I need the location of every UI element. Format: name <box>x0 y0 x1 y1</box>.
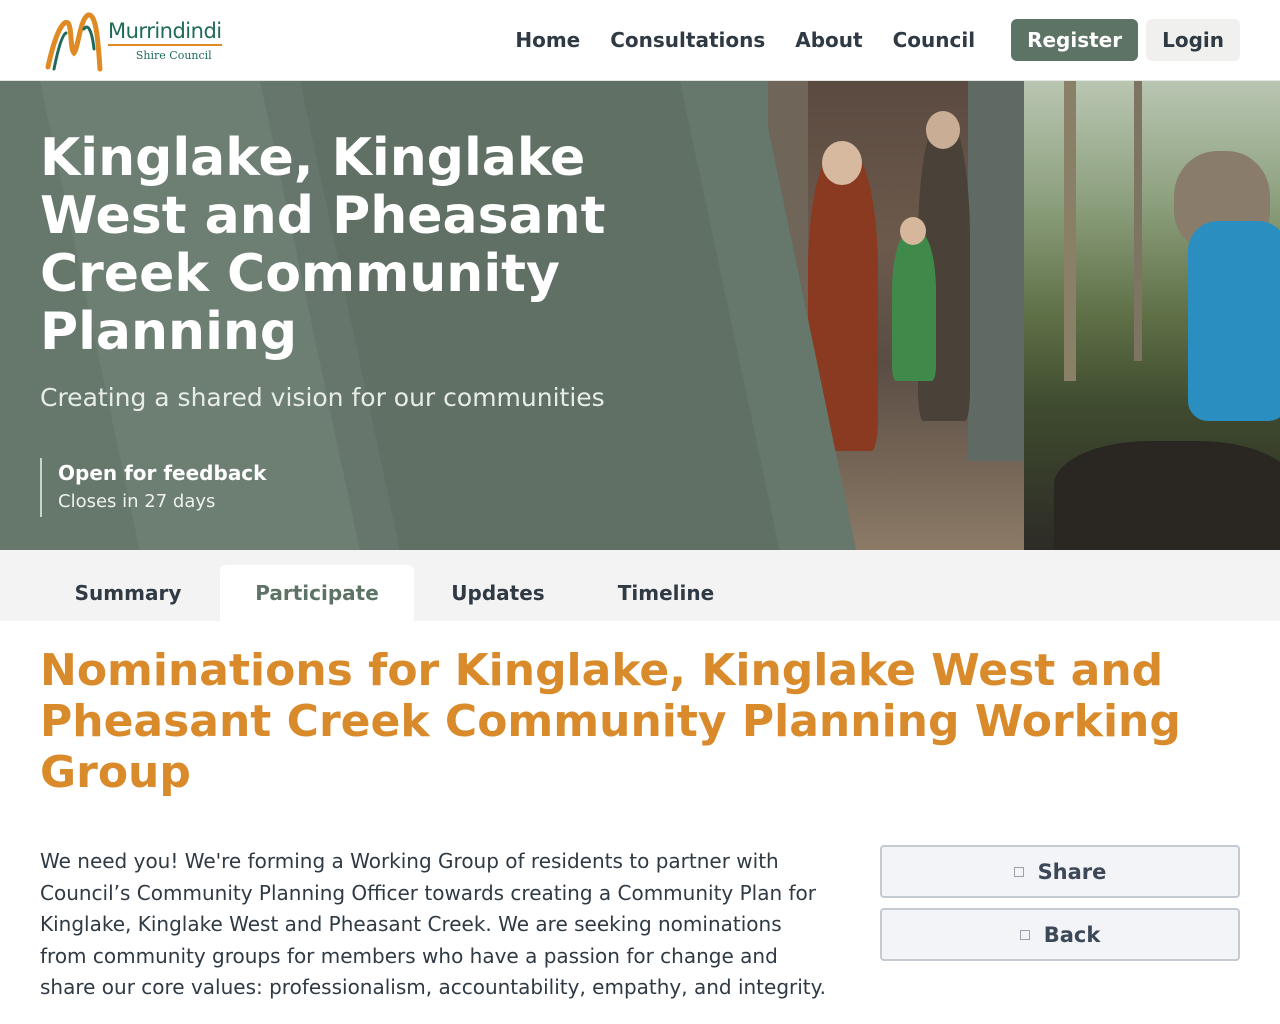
hero-image <box>768 81 1280 550</box>
share-label: Share <box>1037 859 1107 884</box>
nav-about[interactable]: About <box>795 28 862 52</box>
page-title: Kinglake, Kinglake West and Pheasant Cre… <box>40 128 606 362</box>
logo-subtitle: Shire Council <box>135 49 212 62</box>
murrindindi-logo[interactable]: Murrindindi Shire Council <box>44 8 234 74</box>
tab-timeline[interactable]: Timeline <box>582 565 750 621</box>
back-button[interactable]: Back <box>880 908 1240 961</box>
mural-photo <box>768 81 1024 550</box>
main-nav: Home Consultations About Council Registe… <box>515 19 1240 61</box>
consultation-status: Open for feedback Closes in 27 days <box>40 458 266 517</box>
share-button[interactable]: Share <box>880 845 1240 898</box>
register-button[interactable]: Register <box>1011 19 1139 61</box>
login-button[interactable]: Login <box>1146 19 1240 61</box>
hero-banner: Kinglake, Kinglake West and Pheasant Cre… <box>0 81 1280 550</box>
tab-summary[interactable]: Summary <box>36 565 220 621</box>
status-title: Open for feedback <box>58 461 267 485</box>
nav-consultations[interactable]: Consultations <box>610 28 765 52</box>
back-icon <box>1019 929 1030 940</box>
page-subtitle: Creating a shared vision for our communi… <box>40 383 605 412</box>
logo-name: Murrindindi <box>108 20 222 46</box>
tab-participate[interactable]: Participate <box>220 565 414 621</box>
nav-home[interactable]: Home <box>515 28 580 52</box>
tab-updates[interactable]: Updates <box>414 565 582 621</box>
body-paragraph: We need you! We're forming a Working Gro… <box>40 849 826 999</box>
tabs-bar: Summary Participate Updates Timeline <box>0 550 1280 621</box>
section-heading: Nominations for Kinglake, Kinglake West … <box>40 645 1181 798</box>
status-closing: Closes in 27 days <box>58 491 216 512</box>
nav-council[interactable]: Council <box>893 28 975 52</box>
logo-mark-icon <box>45 12 103 72</box>
share-icon <box>1013 866 1024 877</box>
back-label: Back <box>1043 922 1101 947</box>
site-header: Murrindindi Shire Council Home Consultat… <box>0 0 1280 81</box>
wombat-sculpture-photo <box>1024 81 1280 550</box>
